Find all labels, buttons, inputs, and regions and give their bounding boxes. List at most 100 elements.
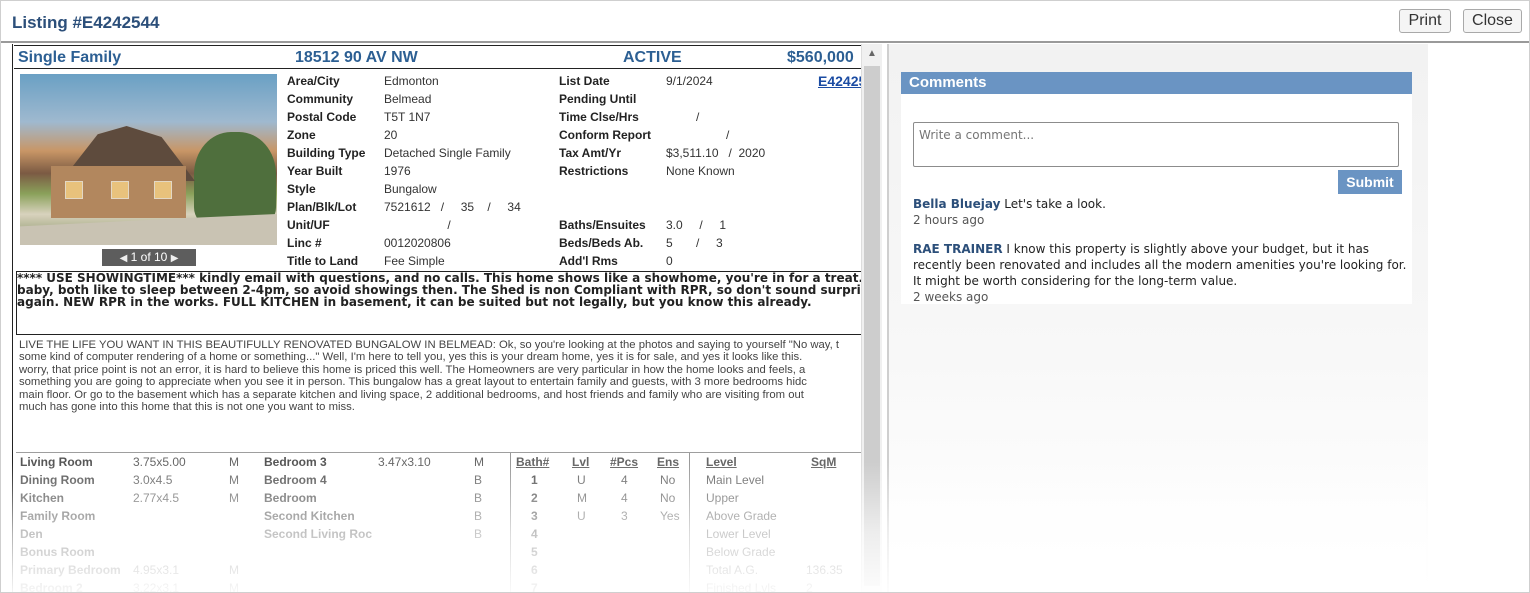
bath-number: 5 [531,545,538,559]
comments-title: Comments [901,72,1412,94]
room-name: Den [20,527,43,541]
comment-text: Let's take a look. [1004,197,1106,211]
bath-ensuite: Yes [660,509,680,523]
photo-window [65,181,83,199]
comment-author[interactable]: Bella Bluejay [913,197,1000,211]
bath-ensuite: No [660,491,676,505]
detail-label: Baths/Ensuites [559,218,646,232]
room-name: Bedroom 2 [20,581,83,592]
bath-number: 2 [531,491,538,505]
room-name: Bonus Room [20,545,95,559]
comment-item: RAE TRAINER I know this property is slig… [913,241,1408,305]
room-name: Kitchen [20,491,65,505]
room-level: B [474,473,483,487]
property-type: Single Family [18,49,122,66]
listing-headline: Single Family 18512 90 AV NW ACTIVE $560… [14,45,862,69]
room-name: Primary Bedroom [20,563,121,577]
detail-value: / [666,128,730,142]
room-name: Family Room [20,509,96,523]
photo-pager: ◀ 1 of 10 ▶ [102,249,196,266]
scroll-up-icon[interactable]: ▲ [862,46,882,62]
detail-label: Restrictions [559,164,629,178]
content-area: Single Family 18512 90 AV NW ACTIVE $560… [12,44,1428,592]
detail-value: 20 [384,128,398,142]
level-name: Above Grade [706,509,777,523]
detail-value: Bungalow [384,182,437,196]
bath-pieces: 4 [621,473,628,487]
detail-value: / [384,218,451,232]
detail-value: 9/1/2024 [666,74,713,88]
room-size: 3.47x3.10 [378,455,431,469]
room-name: Dining Room [20,473,95,487]
detail-value: Edmonton [384,74,439,88]
detail-value: 0012020806 [384,236,451,250]
detail-value: 1976 [384,164,411,178]
bath-number: 1 [531,473,538,487]
detail-value: 0 [666,254,673,268]
bath-header: Lvl [572,455,590,469]
detail-value: Detached Single Family [384,146,511,160]
detail-label: Time Clse/Hrs [559,110,639,124]
detail-label: Area/City [287,74,340,88]
detail-value: Fee Simple [384,254,445,268]
prev-photo-icon[interactable]: ◀ [120,253,128,264]
room-name: Second Living Roc [264,527,373,541]
room-size: 2.77x4.5 [133,491,180,505]
detail-value: 7521612 / 35 / 34 [384,200,521,214]
detail-label: Postal Code [287,110,357,124]
photo-house [51,166,186,218]
detail-value: T5T 1N7 [384,110,431,124]
bath-number: 4 [531,527,538,541]
close-button[interactable]: Close [1463,9,1522,33]
bath-level: M [577,491,587,505]
submit-button[interactable]: Submit [1338,170,1402,194]
level-name: Below Grade [706,545,776,559]
detail-label: Year Built [287,164,343,178]
detail-label: Linc # [287,236,322,250]
bath-header: Bath# [516,455,550,469]
detail-label: Building Type [287,146,366,160]
detail-label: Unit/UF [287,218,330,232]
detail-value: $3,511.10 / 2020 [666,146,766,160]
photo-window [111,181,129,199]
room-level: B [474,509,483,523]
rooms-divider [689,453,690,592]
print-button[interactable]: Print [1399,9,1451,33]
report-scrollbar[interactable]: ▲ [861,44,882,592]
level-name: Finished Lvls [706,581,777,592]
photo-counter: 1 of 10 [130,250,168,264]
level-name: Upper [706,491,739,505]
rooms-table: Living Room 3.75x5.00 M Dining Room 3.0x4.5 M… [16,452,862,592]
bath-number: 7 [531,581,538,592]
property-address: 18512 90 AV NW [295,49,418,66]
bath-header: #Pcs [610,455,639,469]
room-name: Bedroom 4 [264,473,327,487]
detail-label: Conform Report [559,128,651,142]
scroll-thumb[interactable] [864,66,880,586]
level-sqm: 2 [806,581,813,592]
level-name: Lower Level [706,527,771,541]
room-size: 3.22x3.1 [133,581,180,592]
room-level: M [229,581,239,592]
photo-driveway [20,214,277,245]
property-photo[interactable] [20,74,277,245]
bath-pieces: 3 [621,509,628,523]
title-bar: Listing #E4242544 Print Close [1,1,1529,43]
room-name: Second Kitchen [264,509,355,523]
bath-level: U [577,473,586,487]
room-level: M [229,455,239,469]
listing-window: Listing #E4242544 Print Close Single Fam… [0,0,1530,593]
next-photo-icon[interactable]: ▶ [171,253,179,264]
detail-label: Zone [287,128,316,142]
level-header: Level [706,455,737,469]
level-name: Total A.G. [706,563,759,577]
mls-link[interactable]: E4242544 [818,73,862,89]
listing-title: Listing #E4242544 [12,13,160,32]
detail-value: None Known [666,164,735,178]
detail-label: Community [287,92,353,106]
comment-input[interactable] [913,122,1399,167]
comment-author[interactable]: RAE TRAINER [913,242,1003,256]
rooms-divider [510,453,511,592]
listing-price: $560,000 [787,49,854,66]
level-sqm: 136.35 [806,563,843,577]
